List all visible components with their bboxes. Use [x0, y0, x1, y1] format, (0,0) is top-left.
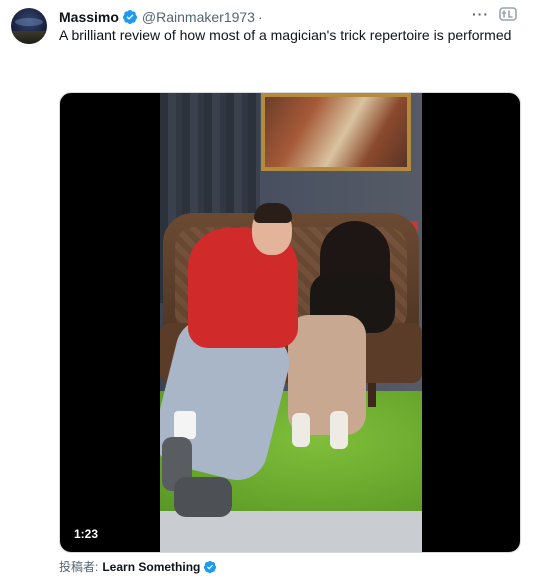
man-sneaker — [174, 477, 232, 517]
video-player[interactable] — [59, 92, 521, 553]
separator-dot: · — [257, 9, 263, 25]
verified-badge-icon — [204, 560, 217, 573]
scene-painting — [261, 93, 411, 171]
sofa-leg — [368, 383, 376, 407]
avatar-sky — [15, 18, 43, 26]
avatar[interactable] — [11, 8, 47, 44]
attribution-prefix: 投稿者: — [59, 560, 99, 574]
man-sock — [174, 411, 196, 439]
tweet-header: Massimo @Rainmaker1973 · — [59, 7, 263, 27]
video-frame — [160, 93, 422, 552]
man-hair — [254, 203, 292, 223]
more-icon[interactable]: ··· — [472, 6, 489, 22]
video-attribution: 投稿者: Learn Something — [59, 558, 221, 575]
attribution-source-name[interactable]: Learn Something — [102, 560, 200, 574]
author-handle[interactable]: @Rainmaker1973 — [142, 9, 255, 25]
brand-logo-icon[interactable] — [499, 5, 517, 23]
verified-badge-icon — [122, 10, 137, 24]
tweet-text: A brilliant review of how most of a magi… — [59, 27, 512, 43]
woman-boot — [330, 411, 348, 449]
video-duration-badge: 1:23 — [67, 524, 106, 544]
woman-boot — [292, 413, 310, 447]
author-display-name[interactable]: Massimo — [59, 9, 119, 25]
avatar-landscape — [11, 31, 47, 44]
